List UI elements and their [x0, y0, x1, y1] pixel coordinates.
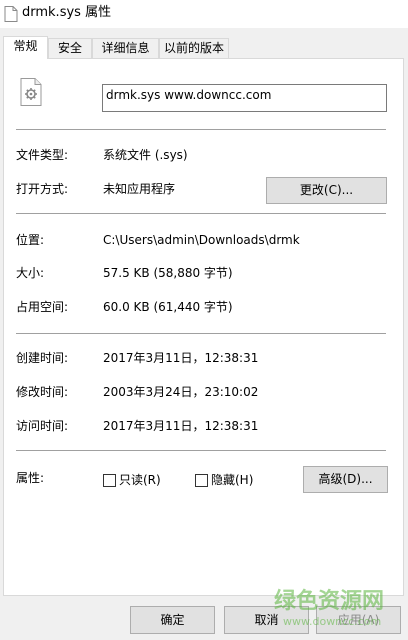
- file-type-value: 系统文件 (.sys): [103, 148, 188, 162]
- opens-with-value: 未知应用程序: [103, 182, 176, 196]
- attributes-label: 属性:: [16, 471, 45, 485]
- size-on-disk-label: 占用空间:: [16, 300, 69, 314]
- hidden-label[interactable]: 隐藏(H): [211, 472, 253, 488]
- advanced-button[interactable]: 高级(D)...: [303, 466, 388, 493]
- system-file-icon: [20, 78, 42, 106]
- accessed-value: 2017年3月11日，12:38:31: [103, 419, 259, 433]
- separator: [16, 450, 386, 451]
- opens-with-label: 打开方式:: [16, 182, 69, 196]
- hidden-checkbox[interactable]: [195, 474, 208, 487]
- modified-value: 2003年3月24日，23:10:02: [103, 385, 259, 399]
- change-button[interactable]: 更改(C)...: [266, 177, 387, 204]
- size-on-disk-value: 60.0 KB (61,440 字节): [103, 300, 233, 314]
- created-value: 2017年3月11日，12:38:31: [103, 351, 259, 365]
- ok-button[interactable]: 确定: [130, 606, 215, 634]
- file-name-field[interactable]: drmk.sys www.downcc.com: [102, 84, 387, 112]
- tab-security[interactable]: 安全: [48, 38, 92, 58]
- watermark-url: www.downcc.com: [283, 615, 382, 628]
- location-label: 位置:: [16, 233, 45, 247]
- file-icon: [4, 6, 18, 22]
- readonly-label[interactable]: 只读(R): [119, 472, 161, 488]
- separator: [16, 129, 386, 130]
- modified-label: 修改时间:: [16, 385, 69, 399]
- size-label: 大小:: [16, 266, 45, 280]
- window-title: drmk.sys 属性: [22, 5, 112, 20]
- separator: [16, 333, 386, 334]
- created-label: 创建时间:: [16, 351, 69, 365]
- watermark-logo: 绿色资源网: [274, 589, 385, 614]
- file-type-label: 文件类型:: [16, 148, 69, 162]
- size-value: 57.5 KB (58,880 字节): [103, 266, 233, 280]
- general-panel: [3, 58, 404, 596]
- tab-previous-versions[interactable]: 以前的版本: [159, 38, 229, 58]
- tab-details[interactable]: 详细信息: [92, 38, 159, 58]
- location-value: C:\Users\admin\Downloads\drmk: [103, 233, 300, 247]
- accessed-label: 访问时间:: [16, 419, 69, 433]
- separator: [16, 213, 386, 214]
- tab-general[interactable]: 常规: [3, 36, 48, 59]
- readonly-checkbox[interactable]: [103, 474, 116, 487]
